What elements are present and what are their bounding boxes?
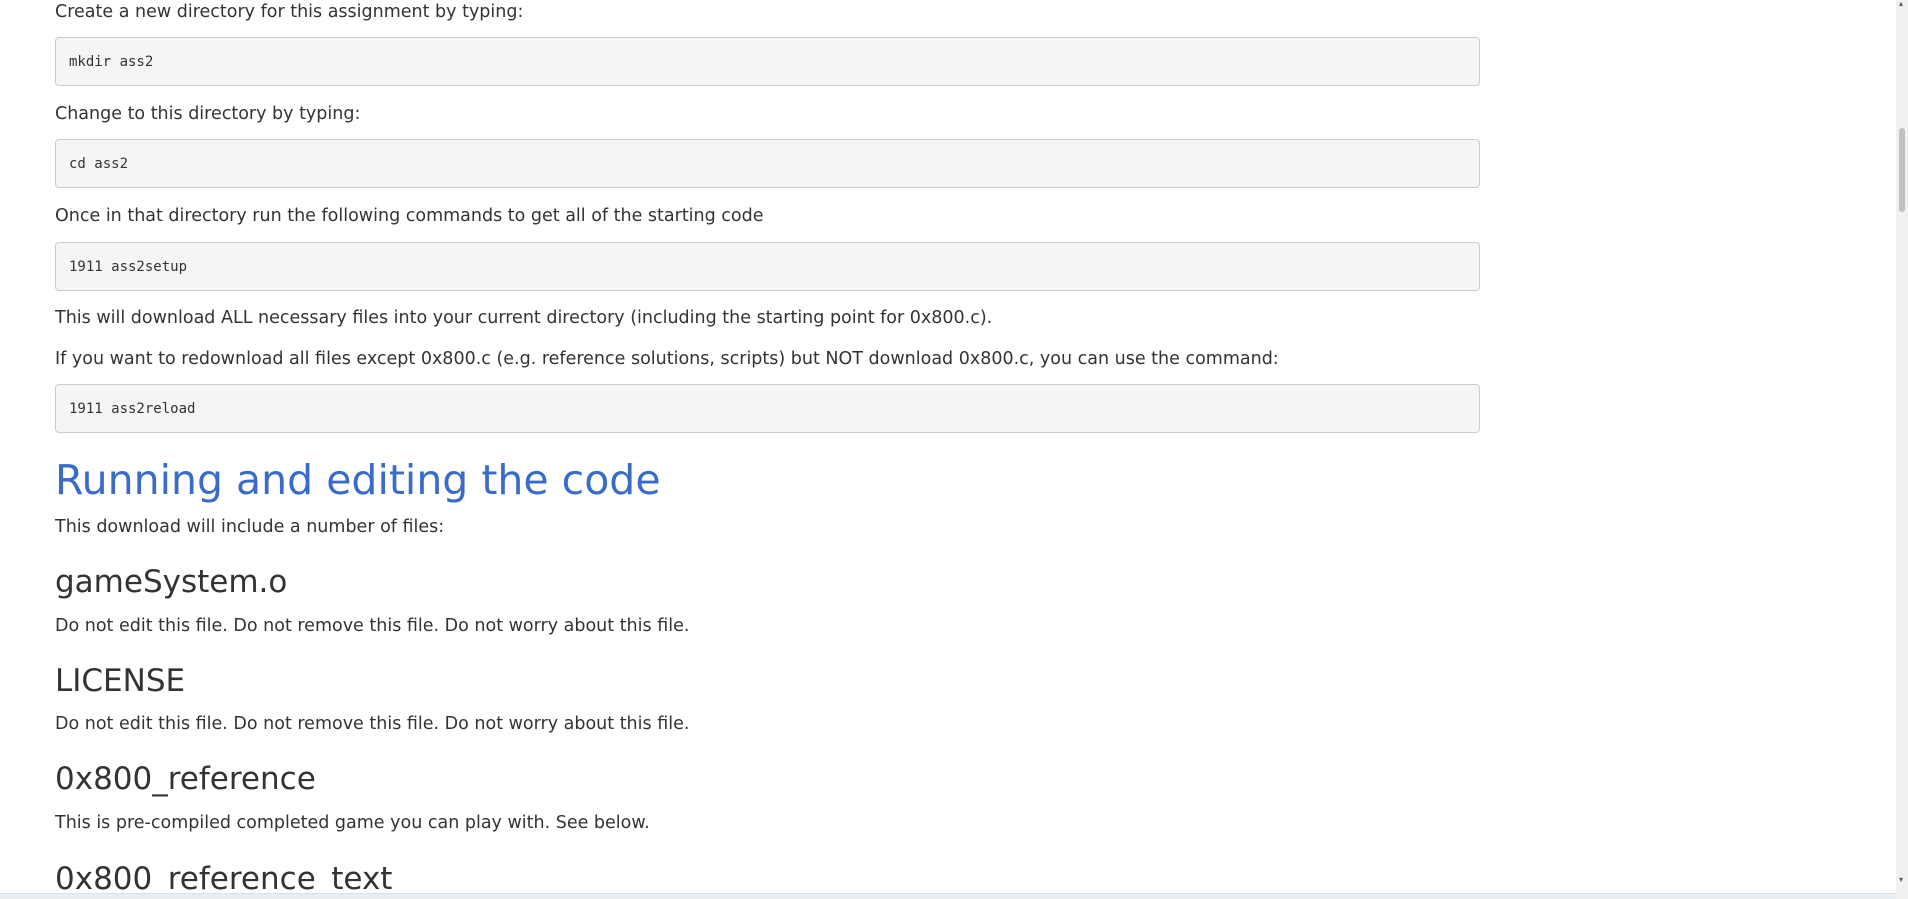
code-block-mkdir[interactable]: mkdir ass2: [55, 37, 1480, 86]
section-heading-running-editing[interactable]: Running and editing the code: [55, 455, 661, 505]
code-block-reload[interactable]: 1911 ass2reload: [55, 384, 1480, 433]
code-cd[interactable]: cd ass2: [69, 156, 128, 172]
scroll-up-arrow-icon[interactable]: ▴: [1899, 0, 1905, 8]
bottom-edge-strip: [0, 893, 1896, 899]
cd-instruction: Change to this directory by typing:: [55, 104, 361, 124]
file-heading-license: LICENSE: [55, 663, 186, 699]
file-heading-reference: 0x800_reference: [55, 761, 316, 797]
reference-description: This is pre-compiled completed game you …: [55, 813, 650, 833]
code-mkdir[interactable]: mkdir ass2: [69, 54, 153, 70]
download-all-note: This will download ALL necessary files i…: [55, 308, 993, 328]
code-block-setup[interactable]: 1911 ass2setup: [55, 242, 1480, 291]
commands-instruction: Once in that directory run the following…: [55, 206, 764, 226]
scrollbar-thumb[interactable]: [1899, 128, 1905, 212]
file-heading-gamesystem: gameSystem.o: [55, 564, 288, 600]
license-description: Do not edit this file. Do not remove thi…: [55, 714, 690, 734]
redownload-note: If you want to redownload all files exce…: [55, 349, 1279, 369]
scroll-down-arrow-icon[interactable]: ▾: [1899, 876, 1905, 884]
code-reload[interactable]: 1911 ass2reload: [69, 401, 195, 417]
code-block-cd[interactable]: cd ass2: [55, 139, 1480, 188]
code-setup[interactable]: 1911 ass2setup: [69, 259, 187, 275]
download-includes-note: This download will include a number of f…: [55, 517, 445, 537]
gamesystem-description: Do not edit this file. Do not remove thi…: [55, 616, 690, 636]
mkdir-instruction: Create a new directory for this assignme…: [55, 2, 524, 22]
